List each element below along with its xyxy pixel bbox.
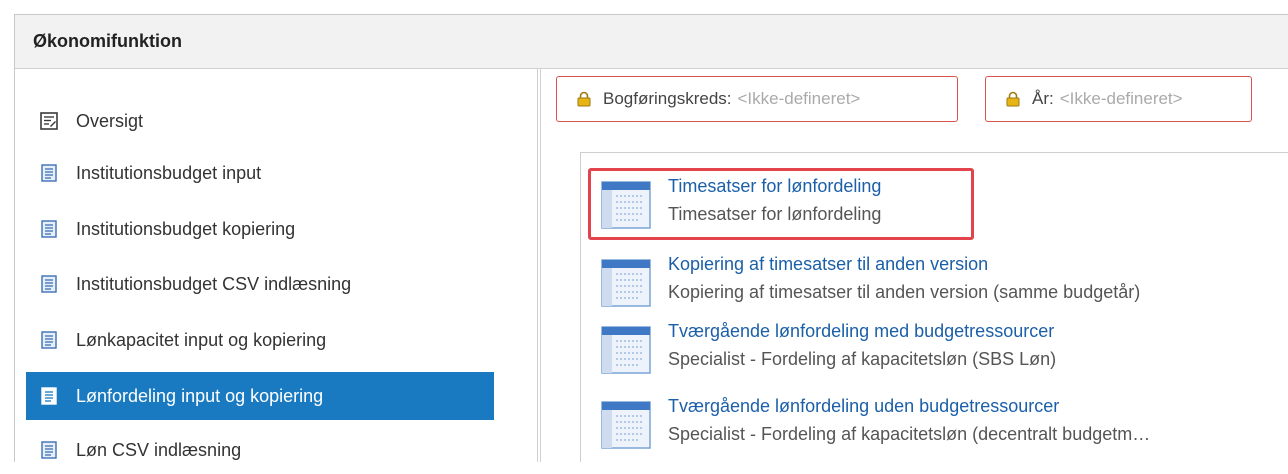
- table-icon: [601, 181, 651, 229]
- lock-icon: [1006, 91, 1020, 107]
- sidebar-item-label: Løn CSV indlæsning: [76, 439, 242, 460]
- filter-label: Bogføringskreds:: [603, 89, 732, 108]
- task-description: Kopiering af timesatser til anden versio…: [668, 282, 1141, 302]
- pane-divider: [540, 68, 541, 462]
- document-icon: [41, 275, 57, 293]
- sidebar-item-label: Institutionsbudget CSV indlæsning: [76, 273, 352, 294]
- task-description: Timesatser for lønfordeling: [668, 204, 882, 224]
- sidebar-item-label: Lønfordeling input og kopiering: [76, 385, 324, 406]
- overview-icon: [40, 112, 58, 130]
- task-title[interactable]: Kopiering af timesatser til anden versio…: [668, 254, 988, 275]
- document-icon: [41, 387, 57, 405]
- document-icon: [41, 331, 57, 349]
- table-icon: [601, 259, 651, 307]
- sidebar-item-lonkapacitet[interactable]: Lønkapacitet input og kopiering: [26, 316, 494, 364]
- sidebar-item-lon-csv[interactable]: Løn CSV indlæsning: [26, 426, 494, 474]
- sidebar-item-label: Institutionsbudget kopiering: [76, 218, 296, 239]
- sidebar-item-institutionsbudget-input[interactable]: Institutionsbudget input: [26, 149, 494, 197]
- task-item-uden-budgetressourcer[interactable]: Tværgående lønfordeling uden budgetresso…: [600, 396, 1280, 452]
- task-title[interactable]: Tværgående lønfordeling uden budgetresso…: [668, 396, 1059, 417]
- document-icon: [41, 441, 57, 459]
- lock-icon: [577, 91, 591, 107]
- sidebar-item-lonfordeling[interactable]: Lønfordeling input og kopiering: [26, 372, 494, 420]
- filter-label: År:: [1032, 89, 1054, 108]
- task-item-med-budgetressourcer[interactable]: Tværgående lønfordeling med budgetressou…: [600, 321, 1280, 377]
- document-icon: [41, 164, 57, 182]
- sidebar-item-institutionsbudget-csv[interactable]: Institutionsbudget CSV indlæsning: [26, 260, 494, 308]
- sidebar-item-institutionsbudget-kopiering[interactable]: Institutionsbudget kopiering: [26, 205, 494, 253]
- aar-filter[interactable]: År: <Ikke-defineret>: [985, 76, 1252, 122]
- bogforingskreds-filter[interactable]: Bogføringskreds: <Ikke-defineret>: [556, 76, 958, 122]
- sidebar-item-label: Oversigt: [76, 110, 144, 131]
- sidebar-item-oversigt[interactable]: Oversigt: [26, 97, 494, 145]
- task-description: Specialist - Fordeling af kapacitetsløn …: [668, 424, 1151, 444]
- filter-value: <Ikke-defineret>: [1059, 89, 1183, 108]
- filter-value: <Ikke-defineret>: [737, 89, 861, 108]
- sidebar-item-label: Institutionsbudget input: [76, 162, 262, 183]
- task-title[interactable]: Tværgående lønfordeling med budgetressou…: [668, 321, 1054, 342]
- task-item-kopiering[interactable]: Kopiering af timesatser til anden versio…: [600, 254, 1280, 310]
- task-title[interactable]: Timesatser for lønfordeling: [668, 176, 881, 197]
- sidebar-item-label: Lønkapacitet input og kopiering: [76, 329, 327, 350]
- document-icon: [41, 220, 57, 238]
- table-icon: [601, 401, 651, 449]
- task-description: Specialist - Fordeling af kapacitetsløn …: [668, 349, 1057, 369]
- panel-title: Økonomifunktion: [15, 15, 1288, 69]
- task-item-timesatser[interactable]: Timesatser for lønfordeling Timesatser f…: [600, 176, 1280, 232]
- table-icon: [601, 326, 651, 374]
